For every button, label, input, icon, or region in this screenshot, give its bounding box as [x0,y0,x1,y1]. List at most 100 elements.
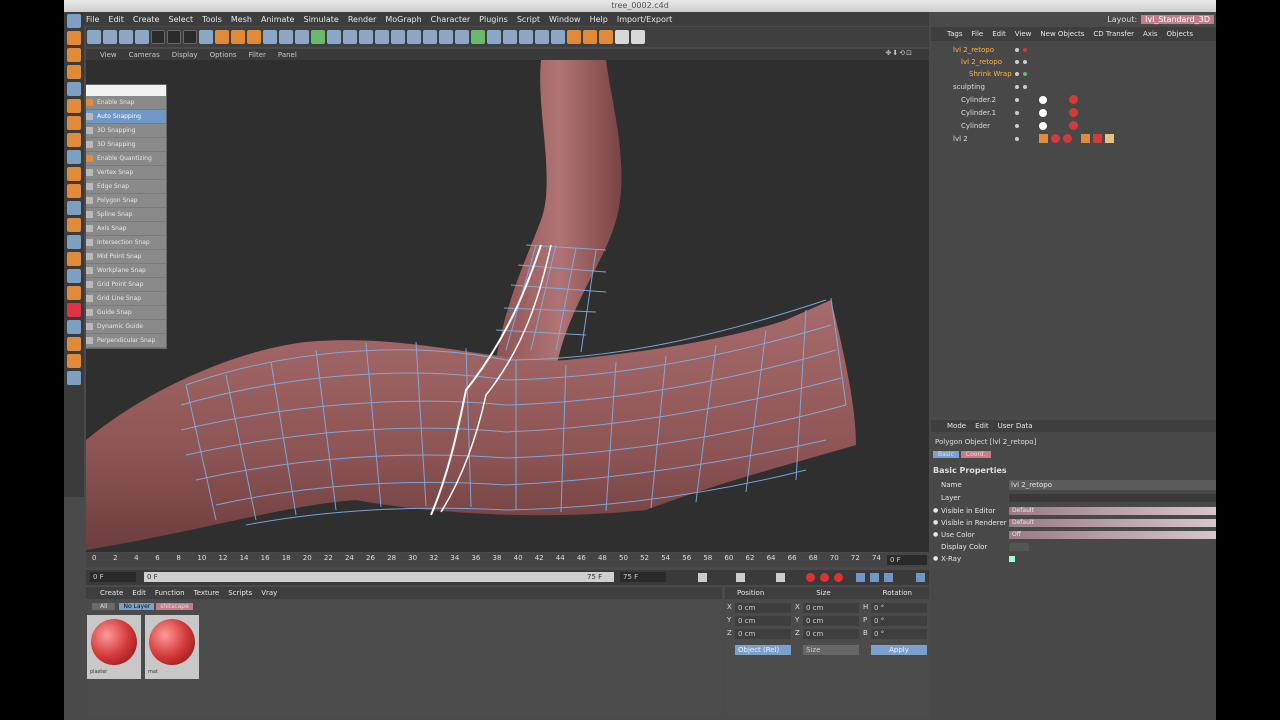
snap-axis[interactable]: Axis Snap [86,222,166,236]
camera-toolbar-icon[interactable] [359,30,373,44]
material-tag-icon[interactable] [1069,121,1078,130]
filter-all[interactable]: All [92,603,116,610]
points-mode-icon[interactable] [67,99,81,113]
obj-menu-axis[interactable]: Axis [1143,30,1158,38]
snap-auto[interactable]: Auto Snapping [86,110,166,124]
solo-icon[interactable] [67,269,81,283]
object-row[interactable]: Cylinder.2 [931,94,1216,106]
snap-perpendicular[interactable]: Perpendicular Snap [86,334,166,348]
phong-tag-icon[interactable] [1039,109,1047,117]
polygons-mode-icon[interactable] [67,133,81,147]
rotation-b-field[interactable]: 0 ° [871,629,927,639]
iron-icon[interactable] [551,30,565,44]
subdivision-icon[interactable] [295,30,309,44]
keyframe-scale-icon[interactable] [870,573,879,582]
rotation-h-field[interactable]: 0 ° [871,603,927,613]
slide-icon[interactable] [535,30,549,44]
snap-dynamic-guide[interactable]: Dynamic Guide [86,320,166,334]
material-tag-icon[interactable] [1069,95,1078,104]
viewport-menu-view[interactable]: View [100,51,117,59]
obj-menu-view[interactable]: View [1015,30,1032,38]
light-toolbar-icon[interactable] [375,30,389,44]
menu-mesh[interactable]: Mesh [231,15,252,24]
menu-tools[interactable]: Tools [202,15,222,24]
keyframe-icon[interactable] [834,573,843,582]
tab-basic[interactable]: Basic [933,451,959,458]
render-icon[interactable] [67,303,81,317]
array-icon[interactable] [311,30,325,44]
viewport-menu-cameras[interactable]: Cameras [129,51,160,59]
grid-icon[interactable] [67,235,81,249]
visibility-editor-dot[interactable] [1015,48,1019,52]
material-tag-icon[interactable] [1069,108,1078,117]
obj-menu-file[interactable]: File [972,30,984,38]
visibility-editor-dot[interactable] [1015,60,1019,64]
visibility-editor-dot[interactable] [1015,85,1019,89]
deformer-icon[interactable] [67,371,81,385]
menu-help[interactable]: Help [590,15,608,24]
snap-polygon[interactable]: Polygon Snap [86,194,166,208]
sculpt-icon[interactable] [67,218,81,232]
size-mode-dropdown[interactable]: Size [803,645,859,655]
tab-coord[interactable]: Coord. [960,451,991,458]
layer-icon[interactable] [67,286,81,300]
mat-menu-texture[interactable]: Texture [194,589,220,597]
menu-mograph[interactable]: MoGraph [385,15,421,24]
viewport-nav-icons[interactable]: ✥⬇⟲⊡ [886,49,913,57]
deformer-bend-icon[interactable] [327,30,341,44]
magnet-icon[interactable] [471,30,485,44]
3d-viewport[interactable]: Enable Snap Auto Snapping 3D Snapping 3D… [86,60,929,552]
phong-tag-icon[interactable] [1039,122,1047,130]
visibility-editor-dot[interactable] [1015,124,1019,128]
layout-dropdown[interactable]: lvl_Standard_3D [1141,14,1214,24]
object-row[interactable]: lvl 2 [931,133,1216,145]
timeline-menu-icon[interactable] [916,573,925,582]
x-axis-icon[interactable] [151,30,165,44]
obj-menu-objects[interactable]: Objects [1167,30,1193,38]
edges-mode-icon[interactable] [67,116,81,130]
selection-tag-icon[interactable] [1093,134,1102,143]
attr-menu-mode[interactable]: Mode [947,422,966,430]
obj-menu-new-objects[interactable]: New Objects [1040,30,1084,38]
visibility-render-dot[interactable] [1023,60,1027,64]
object-row[interactable]: sculpting [931,81,1216,93]
menu-import-export[interactable]: Import/Export [617,15,672,24]
model-mode-icon[interactable] [67,48,81,62]
size-z-field[interactable]: 0 cm [803,629,859,639]
snap-intersection[interactable]: Intersection Snap [86,236,166,250]
render-picture-viewer-icon[interactable] [231,30,245,44]
make-editable-icon[interactable] [67,31,81,45]
script-icon[interactable] [567,30,581,44]
coordinate-system-icon[interactable] [199,30,213,44]
viewport-menu-panel[interactable]: Panel [278,51,297,59]
snap-workplane[interactable]: Workplane Snap [86,264,166,278]
coord-mode-dropdown[interactable]: Object (Rel) [735,645,791,655]
position-y-field[interactable]: 0 cm [735,616,791,626]
viewport-menu-filter[interactable]: Filter [249,51,266,59]
snap-icon[interactable] [67,184,81,198]
object-row[interactable]: Cylinder [931,120,1216,132]
visible-editor-dropdown[interactable]: Default [1009,507,1216,515]
locked-workplane-icon[interactable] [67,252,81,266]
goto-start-icon[interactable] [698,573,707,582]
enabled-check-icon[interactable] [1023,72,1027,76]
snap-3d-a[interactable]: 3D Snapping [86,124,166,138]
size-y-field[interactable]: 0 cm [803,616,859,626]
bevel-icon[interactable] [423,30,437,44]
pen-icon[interactable] [279,30,293,44]
workplane-icon[interactable] [67,82,81,96]
snap-vertex[interactable]: Vertex Snap [86,166,166,180]
z-axis-icon[interactable] [183,30,197,44]
snap-quantizing[interactable]: Enable Quantizing [86,152,166,166]
visible-renderer-dropdown[interactable]: Default [1009,519,1216,527]
play-icon[interactable] [736,573,745,582]
menu-animate[interactable]: Animate [261,15,295,24]
use-color-dropdown[interactable]: Off [1009,531,1216,539]
object-row[interactable]: lvl 2_retopo [931,56,1216,68]
snap-guide[interactable]: Guide Snap [86,306,166,320]
rotation-p-field[interactable]: 0 ° [871,616,927,626]
attr-menu-user-data[interactable]: User Data [998,422,1033,430]
axis-mode-icon[interactable] [67,150,81,164]
range-slider[interactable]: 0 F [144,572,614,582]
autokey-icon[interactable] [820,573,829,582]
